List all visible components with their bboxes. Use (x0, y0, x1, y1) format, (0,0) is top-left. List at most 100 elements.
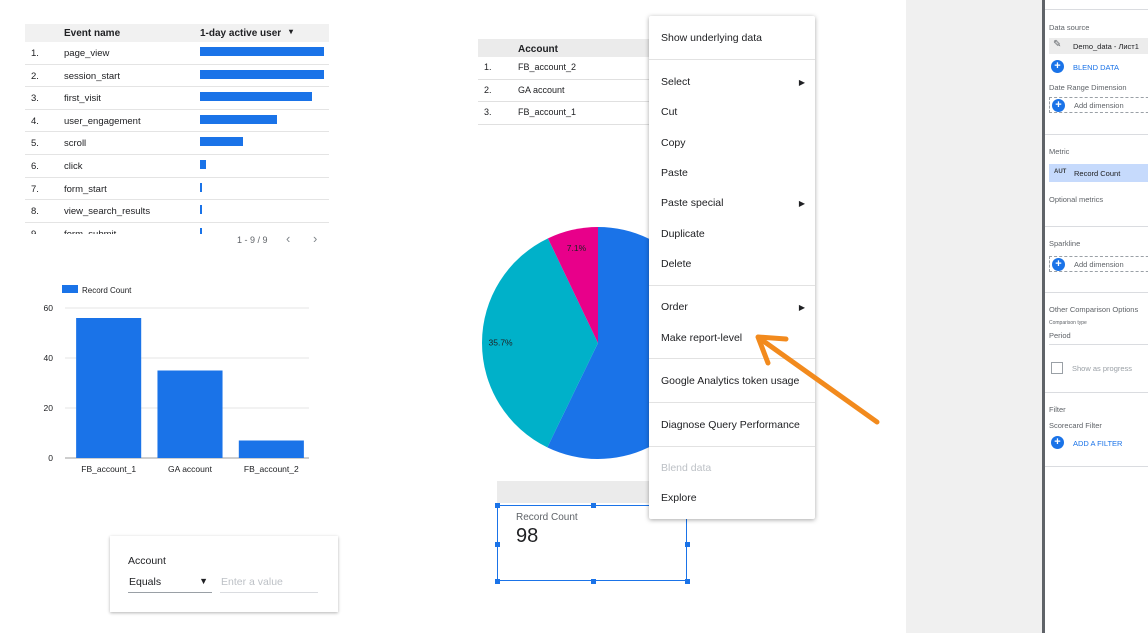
y-tick-label: 60 (44, 303, 54, 313)
y-tick-label: 40 (44, 353, 54, 363)
row-number: 1. (31, 48, 39, 59)
chevron-right-icon[interactable]: › (313, 231, 317, 246)
resize-handle[interactable] (495, 503, 500, 508)
metric-label: Metric (1049, 147, 1070, 156)
menu-item-delete[interactable]: Delete (661, 258, 691, 270)
row-number: 2. (484, 84, 492, 95)
x-tick-label: FB_account_2 (244, 464, 299, 474)
menu-item-cut[interactable]: Cut (661, 106, 677, 118)
bar-chart: Record Count 0 20 40 60 FB_account_1 GA acco… (44, 285, 309, 474)
add-date-dimension[interactable]: + Add dimension (1049, 97, 1148, 113)
menu-item-paste[interactable]: Paste (661, 167, 688, 179)
event-name: user_engagement (64, 115, 141, 127)
row-number: 4. (31, 115, 39, 127)
bar[interactable] (157, 370, 223, 459)
table-row[interactable]: 5. scroll (25, 132, 329, 155)
plus-icon: + (1052, 99, 1065, 112)
y-tick-label: 20 (44, 403, 54, 413)
events-table: Event name 1-day active user ▾ 1. page_vi… (25, 24, 329, 234)
comparison-type-label: Comparison type (1049, 320, 1087, 326)
add-filter-link[interactable]: ADD A FILTER (1073, 439, 1122, 448)
resize-handle[interactable] (685, 542, 690, 547)
table-row[interactable]: 6. click (25, 155, 329, 178)
table-row[interactable]: 1. FB_account_2 (478, 57, 650, 80)
value-bar (200, 205, 202, 215)
comparison-type-select[interactable]: Period (1049, 331, 1148, 345)
table-row[interactable]: 9. form_submit (25, 223, 329, 234)
table-row[interactable]: 7. form_start (25, 178, 329, 201)
data-source-chip[interactable]: ✎ Demo_data - Лист1 (1049, 38, 1148, 54)
pencil-icon[interactable]: ✎ (1053, 39, 1061, 50)
account-filter-control: Account Equals ▼ Enter a value (110, 536, 338, 612)
caret-down-icon[interactable]: ▾ (289, 27, 293, 36)
row-number: 1. (484, 62, 492, 72)
row-number: 7. (31, 183, 39, 195)
col-account[interactable]: Account (518, 44, 558, 55)
bar[interactable] (76, 318, 142, 458)
table-row[interactable]: 3. FB_account_1 (478, 102, 650, 125)
table-row[interactable]: 3. first_visit (25, 87, 329, 110)
properties-panel: Data source ✎ Demo_data - Лист1 + BLEND … (1045, 0, 1148, 633)
filter-label: Filter (1049, 405, 1066, 414)
add-sparkline-dimension[interactable]: + Add dimension (1049, 256, 1148, 272)
blend-data-link[interactable]: BLEND DATA (1073, 63, 1119, 72)
plus-icon[interactable]: + (1051, 60, 1064, 73)
table-row[interactable]: 1. page_view (25, 42, 329, 65)
resize-handle[interactable] (591, 579, 596, 584)
chevron-left-icon[interactable]: ‹ (286, 231, 290, 246)
optional-metrics-label[interactable]: Optional metrics (1049, 195, 1103, 204)
slice-label: 35.7% (489, 338, 514, 348)
table-row[interactable]: 2. session_start (25, 65, 329, 88)
menu-item-duplicate[interactable]: Duplicate (661, 228, 705, 240)
scorecard-filter-label: Scorecard Filter (1049, 421, 1102, 430)
slice-label: 7.1% (567, 243, 587, 253)
aggregation-badge: AUT (1054, 169, 1067, 175)
event-name: form_submit (64, 229, 116, 234)
operator-select[interactable]: Equals ▼ (128, 574, 212, 593)
bar[interactable] (238, 440, 304, 459)
metric-chip[interactable]: AUT Record Count (1049, 164, 1148, 182)
scorecard-value: 98 (516, 525, 539, 547)
side-panel-background (906, 0, 1042, 633)
account-name: FB_account_1 (518, 107, 577, 117)
menu-item-show-underlying-data[interactable]: Show underlying data (661, 32, 762, 44)
value-input[interactable]: Enter a value (220, 574, 318, 593)
col-event-name[interactable]: Event name (64, 28, 120, 39)
resize-handle[interactable] (685, 579, 690, 584)
menu-item-explore[interactable]: Explore (661, 492, 697, 504)
menu-item-copy[interactable]: Copy (661, 137, 686, 149)
menu-item-make-report-level[interactable]: Make report-level (661, 332, 742, 344)
table-row[interactable]: 8. view_search_results (25, 200, 329, 223)
other-comparison-label: Other Comparison Options (1049, 305, 1139, 314)
date-range-label: Date Range Dimension (1049, 83, 1127, 92)
table-row[interactable]: 2. GA account (478, 80, 650, 102)
row-number: 9. (31, 229, 39, 234)
menu-item-select[interactable]: Select (661, 76, 690, 88)
value-bar (200, 159, 207, 169)
value-input-placeholder: Enter a value (221, 576, 283, 588)
plus-icon[interactable]: + (1051, 436, 1064, 449)
resize-handle[interactable] (591, 503, 596, 508)
pie-chart: 35.7% 7.1% (482, 227, 650, 459)
value-bar (200, 182, 203, 192)
event-name: scroll (64, 138, 87, 150)
filter-title: Account (128, 555, 166, 567)
resize-handle[interactable] (495, 579, 500, 584)
context-menu: Show underlying data Select ▶ Cut Copy P… (649, 16, 815, 519)
value-bar (200, 92, 312, 102)
resize-handle[interactable] (495, 542, 500, 547)
show-progress-checkbox[interactable] (1051, 362, 1063, 374)
legend-swatch (62, 285, 78, 293)
menu-item-paste-special[interactable]: Paste special (661, 197, 723, 209)
data-source-label: Data source (1049, 23, 1090, 32)
menu-item-order[interactable]: Order (661, 301, 688, 313)
col-active-users[interactable]: 1-day active user (200, 28, 281, 39)
annotation-arrow (755, 334, 880, 425)
submenu-arrow-icon: ▶ (798, 199, 805, 208)
table-row[interactable]: 4. user_engagement (25, 110, 329, 133)
plus-icon: + (1052, 258, 1065, 271)
event-name: view_search_results (64, 206, 151, 218)
x-tick-label: GA account (168, 464, 213, 474)
row-number: 8. (31, 206, 39, 218)
sparkline-label: Sparkline (1049, 239, 1081, 248)
